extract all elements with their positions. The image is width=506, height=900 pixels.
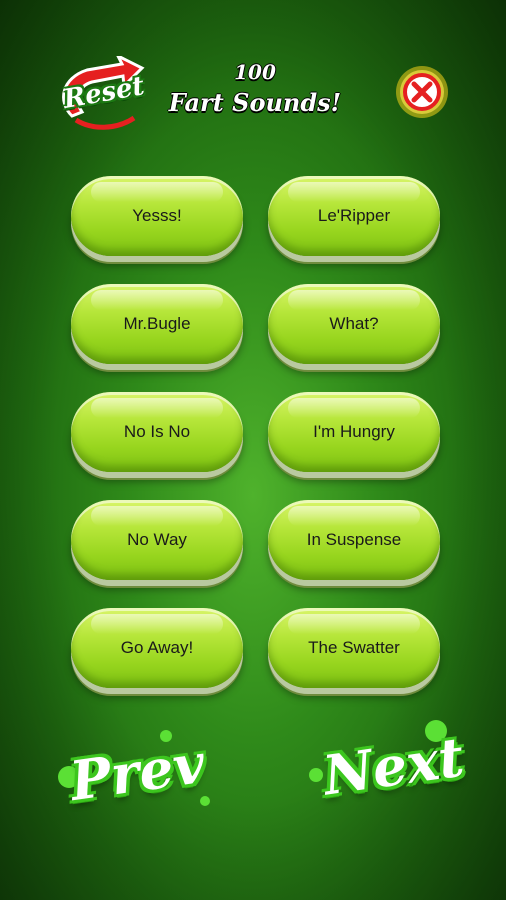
splat-decoration (309, 768, 323, 782)
sound-button[interactable]: Le'Ripper (268, 176, 440, 256)
splat-decoration (200, 796, 210, 806)
sound-button[interactable]: In Suspense (268, 500, 440, 580)
sound-button[interactable]: Yesss! (71, 176, 243, 256)
sound-button[interactable]: What? (268, 284, 440, 364)
next-label: Next (319, 724, 468, 808)
sound-button-label: Mr.Bugle (123, 314, 191, 333)
sound-button[interactable]: Go Away! (71, 608, 243, 688)
sound-button-label: Go Away! (120, 638, 194, 657)
sound-button-label: In Suspense (306, 530, 402, 549)
sound-grid: Yesss! Le'Ripper Mr.Bugle What? No Is No… (0, 0, 506, 700)
sound-button-label: No Is No (123, 422, 191, 441)
sound-button-label: I'm Hungry (313, 422, 395, 441)
sound-button-label: Yesss! (132, 206, 182, 225)
sound-button[interactable]: No Way (71, 500, 243, 580)
next-button[interactable]: Next (305, 718, 475, 828)
sound-button-label: The Swatter (308, 638, 400, 657)
sound-button-label: No Way (127, 530, 187, 549)
sound-button-label: What? (329, 314, 379, 333)
sound-button[interactable]: The Swatter (268, 608, 440, 688)
sound-button[interactable]: Mr.Bugle (71, 284, 243, 364)
prev-label: Prev (66, 730, 209, 814)
prev-button[interactable]: Prev (50, 726, 220, 836)
sound-button[interactable]: I'm Hungry (268, 392, 440, 472)
sound-button[interactable]: No Is No (71, 392, 243, 472)
sound-button-label: Le'Ripper (317, 206, 391, 225)
